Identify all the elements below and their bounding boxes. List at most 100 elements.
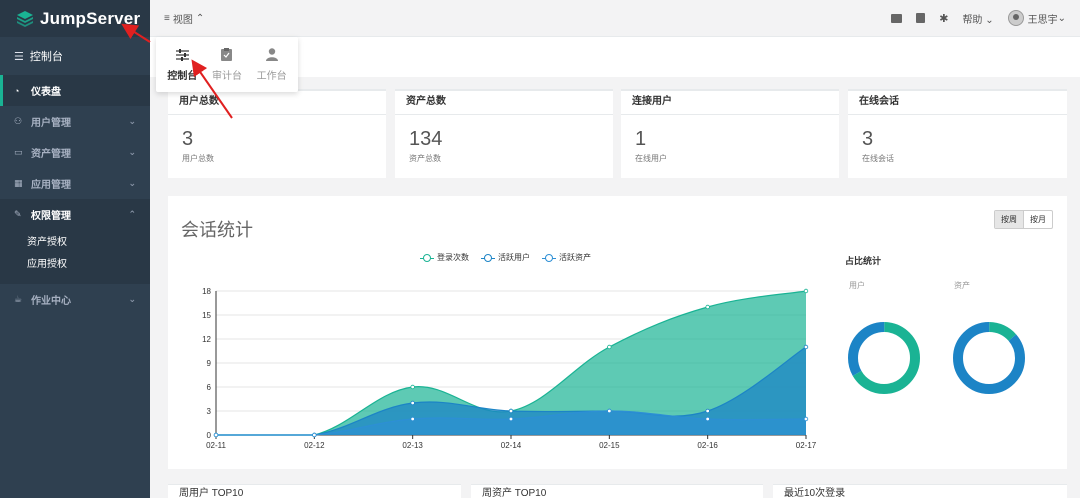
data-point <box>803 344 809 350</box>
coffee-icon: ☕ <box>14 294 23 304</box>
view-option-label: 工作台 <box>256 70 287 82</box>
sidebar-item-assets[interactable]: ▭ 资产管理 ⌄ <box>0 137 150 168</box>
card-value: 1 <box>635 128 647 150</box>
sidebar-item-applications[interactable]: ▦ 应用管理 ⌄ <box>0 168 150 199</box>
brand-logo[interactable]: JumpServer <box>0 0 150 37</box>
topbar-right: ✱ 帮助 ⌄ 王思宇 ⌄ <box>891 10 1080 26</box>
chevron-down-icon: ⌄ <box>128 147 136 157</box>
toggle-week-button[interactable]: 按周 <box>995 211 1024 228</box>
data-point <box>705 416 710 422</box>
toggle-month-button[interactable]: 按月 <box>1024 211 1052 228</box>
ratio-label-assets: 资产 <box>954 281 970 290</box>
chevron-down-icon: ⌄ <box>128 178 136 188</box>
x-tick-label: 02-17 <box>796 441 817 450</box>
chevron-down-icon: ⌄ <box>985 14 994 26</box>
view-toggle[interactable]: ≡ 视图 ⌃ <box>164 11 204 26</box>
clipboard-icon <box>220 48 234 62</box>
data-point <box>705 304 710 310</box>
sliders-icon <box>175 48 189 62</box>
y-tick-label: 3 <box>207 407 212 416</box>
view-option-label: 审计台 <box>211 70 242 82</box>
data-point <box>508 408 514 414</box>
view-option-console[interactable]: 控制台 <box>167 48 197 82</box>
data-point <box>410 384 415 390</box>
sidebar-item-permissions[interactable]: ✎ 权限管理 ⌃ <box>0 199 150 230</box>
edit-icon: ✎ <box>14 209 22 219</box>
avatar <box>1007 10 1024 26</box>
view-option-workbench[interactable]: 工作台 <box>257 48 287 82</box>
y-tick-label: 18 <box>202 287 211 296</box>
jumpserver-logo-icon <box>17 10 33 27</box>
card-subtitle: 在线用户 <box>635 154 667 163</box>
data-point <box>607 408 612 414</box>
card-value: 3 <box>862 128 874 150</box>
stat-card-connected-users: 连接用户 1 在线用户 <box>621 89 839 178</box>
view-option-audit[interactable]: 审计台 <box>212 48 242 82</box>
data-point <box>508 416 514 422</box>
data-point <box>803 288 809 294</box>
stat-card-assets: 资产总数 134 资产总数 <box>395 89 613 178</box>
data-point <box>312 432 317 438</box>
data-point <box>803 416 809 422</box>
help-menu[interactable]: 帮助 ⌄ <box>962 11 993 26</box>
permissions-submenu: 资产授权 应用授权 <box>0 230 150 284</box>
legend-item[interactable]: 活跃用户 <box>481 252 530 263</box>
period-toggle: 按周 按月 <box>994 210 1053 229</box>
help-label: 帮助 <box>962 14 983 26</box>
ratio-donuts <box>848 322 1025 394</box>
y-tick-label: 15 <box>202 311 211 320</box>
data-point <box>410 400 415 406</box>
bottom-card-asset-top10: 周资产 TOP10 <box>471 484 763 498</box>
chart-legend: 登录次数 活跃用户 活跃资产 <box>420 252 591 263</box>
sliders-icon: ☰ <box>14 50 24 63</box>
chevron-down-icon: ⌄ <box>128 116 136 126</box>
gear-icon[interactable]: ✱ <box>939 12 948 25</box>
dashboard-icon: ◔ <box>14 85 20 96</box>
mail-icon[interactable] <box>891 13 903 23</box>
ratio-label-users: 用户 <box>849 281 865 290</box>
session-area-chart: 0 3 6 9 12 15 18 02-11 02-12 02-13 02-14 02-15 02-16… <box>202 287 817 450</box>
view-label: 视图 <box>172 14 193 26</box>
menu-icon: ≡ <box>164 12 170 24</box>
view-option-label: 控制台 <box>167 70 198 82</box>
sidebar-subitem-asset-permission[interactable]: 资产授权 <box>0 232 150 254</box>
y-tick-label: 9 <box>207 359 212 368</box>
stat-card-users: 用户总数 3 用户总数 <box>168 89 386 178</box>
chevron-up-icon: ⌃ <box>128 209 136 219</box>
file-icon[interactable] <box>916 13 926 23</box>
sidebar: JumpServer ☰ 控制台 ◔ 仪表盘 ⚇ 用户管理 ⌄ ▭ 资产管理 ⌄… <box>0 0 150 498</box>
sidebar-item-label: 权限管理 <box>31 211 71 222</box>
sidebar-item-label: 资产管理 <box>31 149 71 160</box>
legend-item[interactable]: 登录次数 <box>420 252 469 263</box>
card-subtitle: 在线会话 <box>862 154 894 163</box>
card-title: 连接用户 <box>621 91 839 115</box>
sidebar-subitem-app-permission[interactable]: 应用授权 <box>0 254 150 276</box>
bottom-card-user-top10: 周用户 TOP10 <box>168 484 461 498</box>
sidebar-item-dashboard[interactable]: ◔ 仪表盘 <box>0 75 150 106</box>
x-tick-label: 02-16 <box>697 441 718 450</box>
legend-item[interactable]: 活跃资产 <box>542 252 591 263</box>
x-tick-label: 02-15 <box>599 441 620 450</box>
sidebar-item-users[interactable]: ⚇ 用户管理 ⌄ <box>0 106 150 137</box>
data-point <box>410 416 415 422</box>
sidebar-item-jobs[interactable]: ☕ 作业中心 ⌄ <box>0 284 150 315</box>
card-value: 3 <box>182 128 194 150</box>
inbox-icon: ▭ <box>14 147 23 157</box>
card-title: 在线会话 <box>848 91 1067 115</box>
user-menu[interactable]: 王思宇 ⌄ <box>1007 10 1066 26</box>
username: 王思宇 <box>1027 14 1058 26</box>
sidebar-item-label: 仪表盘 <box>31 87 61 98</box>
legend-label: 登录次数 <box>437 253 469 262</box>
x-tick-label: 02-13 <box>402 441 423 450</box>
legend-label: 活跃资产 <box>559 253 591 262</box>
chevron-down-icon: ⌄ <box>128 294 136 304</box>
bottom-card-recent-logins: 最近10次登录 <box>773 484 1067 498</box>
card-subtitle: 资产总数 <box>409 154 441 163</box>
user-icon <box>265 48 279 62</box>
panel-title: 会话统计 <box>181 220 253 240</box>
data-point <box>705 408 710 414</box>
legend-label: 活跃用户 <box>498 253 530 262</box>
console-header[interactable]: ☰ 控制台 <box>0 37 150 75</box>
y-tick-label: 12 <box>202 335 211 344</box>
card-title: 资产总数 <box>395 91 613 115</box>
